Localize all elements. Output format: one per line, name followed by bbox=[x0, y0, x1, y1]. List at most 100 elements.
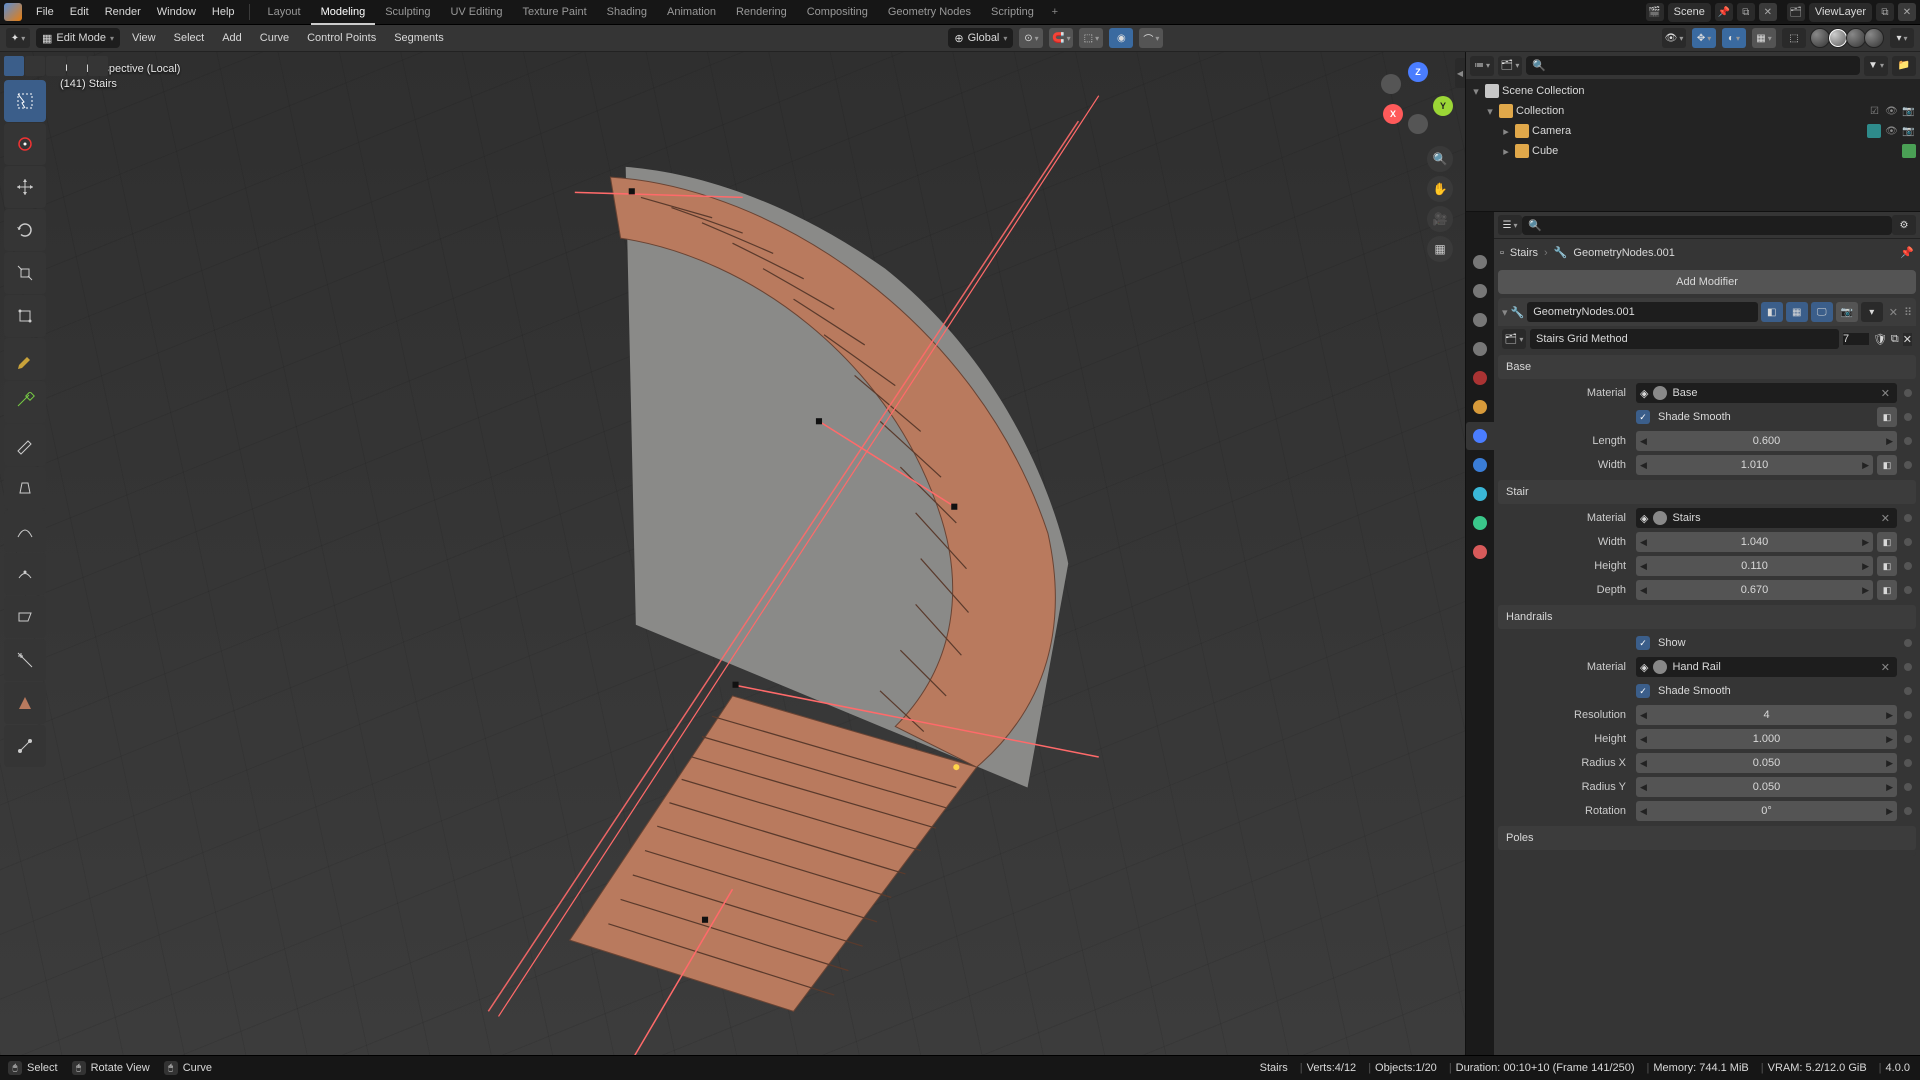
ptab-data[interactable] bbox=[1466, 509, 1494, 537]
outliner-display-mode[interactable]: 🗂 bbox=[1498, 56, 1522, 76]
tool-pen[interactable] bbox=[4, 725, 46, 767]
anim-dot-icon[interactable] bbox=[1904, 783, 1912, 791]
tool-shear[interactable] bbox=[4, 596, 46, 638]
menu-file[interactable]: File bbox=[28, 0, 62, 25]
tab-texture-paint[interactable]: Texture Paint bbox=[512, 0, 596, 25]
shading-material[interactable] bbox=[1846, 28, 1866, 48]
outliner-new-collection[interactable]: 📁 bbox=[1892, 56, 1916, 76]
perspective-toggle-icon[interactable]: ▦ bbox=[1427, 236, 1453, 262]
stair-width-field[interactable]: 1.040 bbox=[1636, 532, 1873, 552]
control-points-menu[interactable]: Control Points bbox=[301, 25, 382, 52]
tool-move[interactable] bbox=[4, 166, 46, 208]
clear-icon[interactable]: ✕ bbox=[1878, 661, 1893, 674]
add-workspace-button[interactable]: + bbox=[1044, 0, 1066, 25]
stair-depth-field[interactable]: 0.670 bbox=[1636, 580, 1873, 600]
ptab-scene[interactable] bbox=[1466, 335, 1494, 363]
pan-icon[interactable]: ✋ bbox=[1427, 176, 1453, 202]
anim-dot-icon[interactable] bbox=[1904, 663, 1912, 671]
tool-select-box[interactable] bbox=[4, 80, 46, 122]
tool-scale[interactable] bbox=[4, 252, 46, 294]
input-attr-icon[interactable]: ◧ bbox=[1877, 556, 1897, 576]
shading-wireframe[interactable] bbox=[1810, 28, 1830, 48]
select-menu[interactable]: Select bbox=[168, 25, 211, 52]
eye-icon[interactable]: 👁 bbox=[1884, 124, 1899, 139]
anim-dot-icon[interactable] bbox=[1904, 639, 1912, 647]
menu-render[interactable]: Render bbox=[97, 0, 149, 25]
shading-solid[interactable] bbox=[1828, 28, 1848, 48]
handrail-rotation-field[interactable]: 0° bbox=[1636, 801, 1897, 821]
tree-cube[interactable]: ▸ Cube bbox=[1466, 141, 1920, 161]
mod-extras-dropdown[interactable]: ▾ bbox=[1861, 302, 1883, 322]
shading-rendered[interactable] bbox=[1864, 28, 1884, 48]
mod-drag-handle-icon[interactable]: ⠿ bbox=[1904, 306, 1912, 319]
tree-scene-collection[interactable]: ▾ Scene Collection bbox=[1466, 81, 1920, 101]
pin-scene-icon[interactable]: 📌 bbox=[1715, 3, 1733, 21]
nodegroup-name-field[interactable]: Stairs Grid Method bbox=[1530, 329, 1839, 349]
tool-radius[interactable] bbox=[4, 510, 46, 552]
material-browse-icon[interactable]: ◈ bbox=[1640, 512, 1648, 525]
select-mode-face[interactable] bbox=[46, 56, 66, 76]
browse-viewlayer-icon[interactable]: 🗂 bbox=[1787, 3, 1805, 21]
tab-scripting[interactable]: Scripting bbox=[981, 0, 1044, 25]
ptab-output[interactable] bbox=[1466, 277, 1494, 305]
tab-sculpting[interactable]: Sculpting bbox=[375, 0, 440, 25]
browse-scene-icon[interactable]: 🎬 bbox=[1646, 3, 1664, 21]
base-shade-smooth-checkbox[interactable]: ✓ bbox=[1636, 410, 1650, 424]
snap-dropdown[interactable]: 🧲 bbox=[1049, 28, 1073, 48]
ptab-modifier[interactable] bbox=[1466, 422, 1494, 450]
handrails-shade-smooth-checkbox[interactable]: ✓ bbox=[1636, 684, 1650, 698]
select-mode-extend[interactable] bbox=[67, 56, 87, 76]
anim-dot-icon[interactable] bbox=[1904, 538, 1912, 546]
ptab-viewlayer[interactable] bbox=[1466, 306, 1494, 334]
shading-options-dropdown[interactable]: ▾ bbox=[1890, 28, 1914, 48]
input-attr-icon[interactable]: ◧ bbox=[1877, 580, 1897, 600]
new-viewlayer-button[interactable]: ⧉ bbox=[1876, 3, 1894, 21]
ptab-render[interactable] bbox=[1466, 248, 1494, 276]
handrails-show-checkbox[interactable]: ✓ bbox=[1636, 636, 1650, 650]
pivot-dropdown[interactable]: ⊙ bbox=[1019, 28, 1043, 48]
mod-toggle-render[interactable]: 📷 bbox=[1836, 302, 1858, 322]
outliner-search[interactable]: 🔍 bbox=[1526, 56, 1860, 75]
input-attr-icon[interactable]: ◧ bbox=[1877, 407, 1897, 427]
mod-toggle-realtime[interactable]: 🖵 bbox=[1811, 302, 1833, 322]
tab-rendering[interactable]: Rendering bbox=[726, 0, 797, 25]
breadcrumb-modifier[interactable]: GeometryNodes.001 bbox=[1573, 247, 1675, 259]
tool-measure[interactable] bbox=[4, 381, 46, 423]
tool-cursor[interactable] bbox=[4, 123, 46, 165]
nav-gizmo[interactable]: Z Y X bbox=[1381, 62, 1455, 136]
add-modifier-button[interactable]: Add Modifier bbox=[1498, 270, 1916, 294]
anim-dot-icon[interactable] bbox=[1904, 389, 1912, 397]
stair-material-field[interactable]: ◈Stairs✕ bbox=[1636, 508, 1897, 528]
render-icon[interactable]: 📷 bbox=[1901, 124, 1916, 139]
properties-editor-dropdown[interactable]: ☰ bbox=[1498, 215, 1522, 235]
xray-toggle[interactable]: ▦ bbox=[1752, 28, 1776, 48]
breadcrumb-object[interactable]: Stairs bbox=[1510, 247, 1538, 259]
menu-help[interactable]: Help bbox=[204, 0, 243, 25]
visibility-dropdown[interactable]: 👁 bbox=[1662, 28, 1686, 48]
ptab-object[interactable] bbox=[1466, 393, 1494, 421]
exclude-checkbox-icon[interactable]: ☑ bbox=[1867, 104, 1882, 119]
outliner-editor-dropdown[interactable]: ≔ bbox=[1470, 56, 1494, 76]
input-attr-icon[interactable]: ◧ bbox=[1877, 455, 1897, 475]
nodegroup-users[interactable]: 7 bbox=[1843, 333, 1869, 345]
section-poles[interactable]: Poles bbox=[1498, 826, 1916, 850]
anim-dot-icon[interactable] bbox=[1904, 514, 1912, 522]
add-menu[interactable]: Add bbox=[216, 25, 248, 52]
nodegroup-browse-icon[interactable]: 🗂 bbox=[1502, 329, 1526, 349]
properties-options-icon[interactable]: ⚙ bbox=[1892, 215, 1916, 235]
toggle-xray-button[interactable]: ⬚ bbox=[1782, 28, 1806, 48]
base-width-field[interactable]: 1.010 bbox=[1636, 455, 1873, 475]
ptab-material[interactable] bbox=[1466, 538, 1494, 566]
mod-delete-button[interactable]: ✕ bbox=[1886, 306, 1901, 319]
gizmo-toggle[interactable]: ✥ bbox=[1692, 28, 1716, 48]
stair-height-field[interactable]: 0.110 bbox=[1636, 556, 1873, 576]
anim-dot-icon[interactable] bbox=[1904, 413, 1912, 421]
handrail-resolution-field[interactable]: 4 bbox=[1636, 705, 1897, 725]
anim-dot-icon[interactable] bbox=[1904, 687, 1912, 695]
material-browse-icon[interactable]: ◈ bbox=[1640, 661, 1648, 674]
nodegroup-fake-user[interactable]: 🛡 bbox=[1873, 333, 1887, 346]
select-mode-extra[interactable] bbox=[88, 56, 108, 76]
clear-icon[interactable]: ✕ bbox=[1878, 512, 1893, 525]
proportional-falloff-dropdown[interactable]: ⌒ bbox=[1139, 28, 1163, 48]
mod-toggle-nodes[interactable]: ◧ bbox=[1761, 302, 1783, 322]
